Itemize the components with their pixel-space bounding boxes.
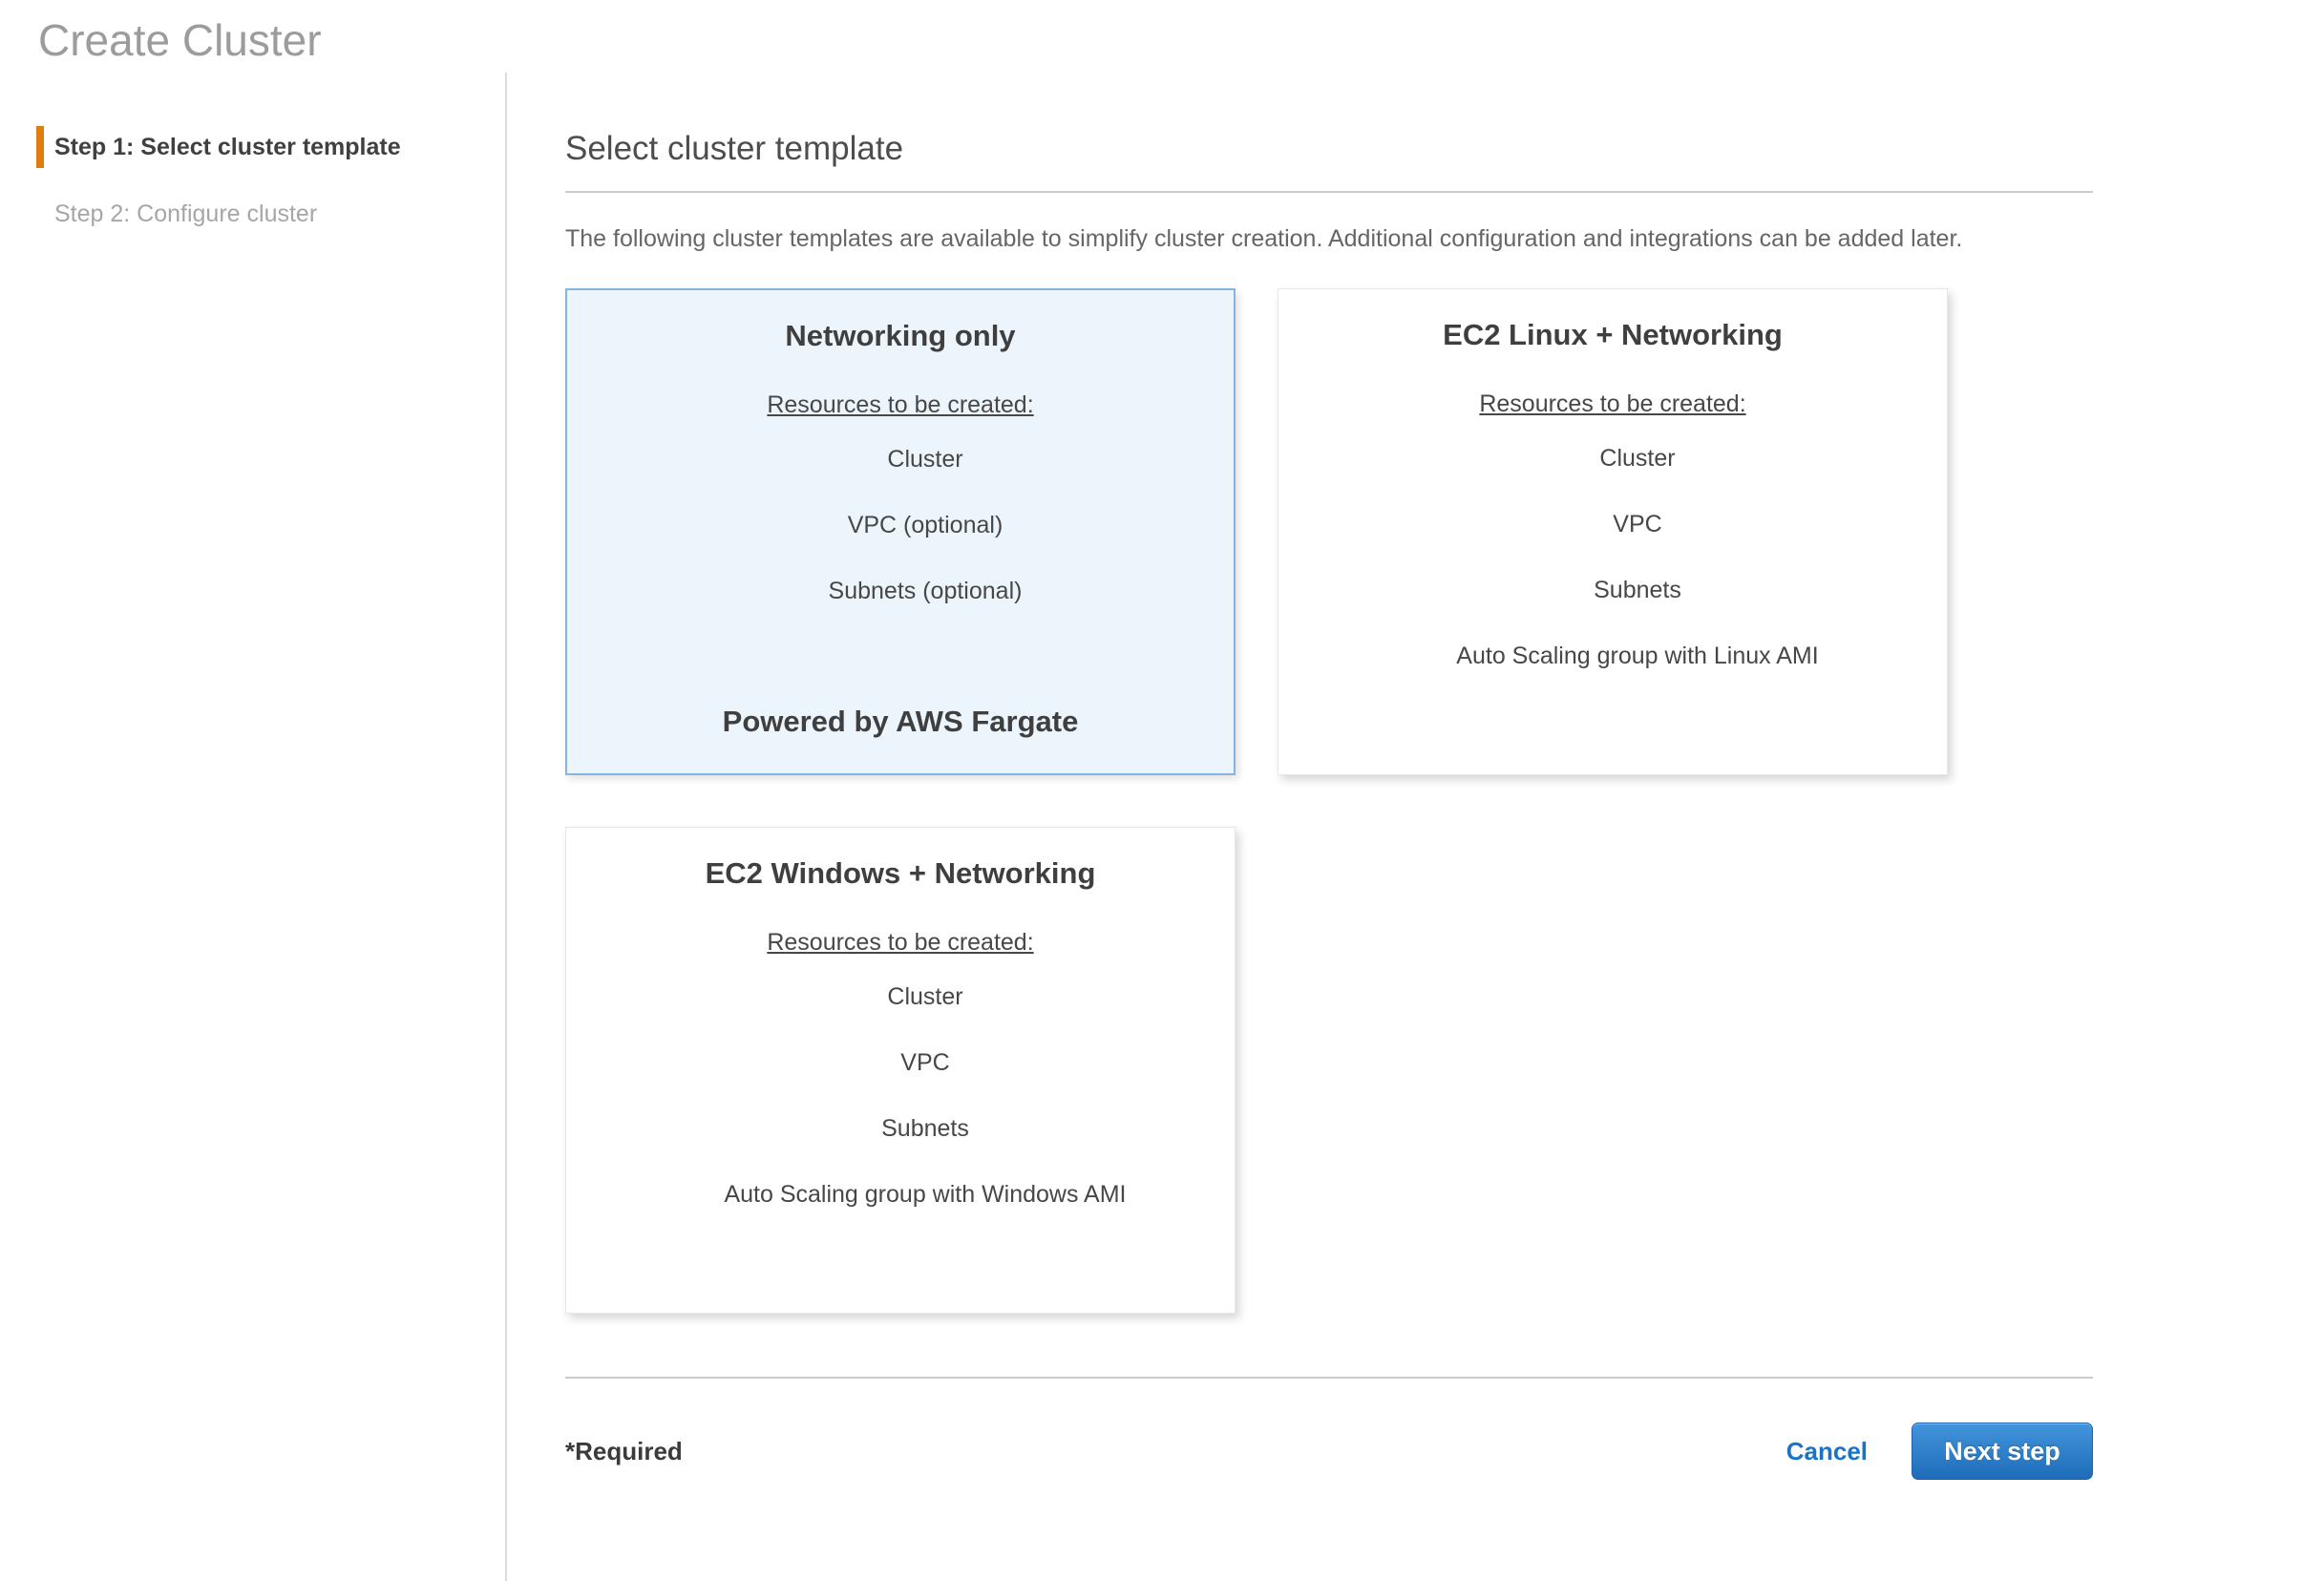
cluster-template-grid: Networking only Resources to be created:… [565, 288, 1948, 1314]
card-title: EC2 Linux + Networking [1278, 318, 1947, 352]
cancel-button[interactable]: Cancel [1786, 1437, 1868, 1466]
footer-bar: *Required Cancel Next step [565, 1423, 2093, 1480]
template-card-networking-only[interactable]: Networking only Resources to be created:… [565, 288, 1236, 775]
resource-item: VPC (optional) [617, 512, 1234, 539]
section-description: The following cluster templates are avai… [565, 218, 2040, 260]
resource-item: VPC [1328, 511, 1947, 538]
resource-item: Auto Scaling group with Linux AMI [1328, 643, 1947, 670]
template-card-ec2-linux-networking[interactable]: EC2 Linux + Networking Resources to be c… [1278, 288, 1948, 775]
resource-item: Auto Scaling group with Windows AMI [616, 1181, 1235, 1209]
required-note: *Required [565, 1437, 683, 1466]
card-resources-label: Resources to be created: [1278, 390, 1947, 418]
card-resource-list: Cluster VPC Subnets Auto Scaling group w… [1278, 445, 1947, 670]
next-step-button[interactable]: Next step [1912, 1423, 2093, 1480]
card-title: EC2 Windows + Networking [566, 856, 1235, 891]
wizard-steps-sidebar: Step 1: Select cluster template Step 2: … [0, 73, 507, 1581]
resource-item: Subnets [1328, 577, 1947, 604]
main-content: Select cluster template The following cl… [507, 73, 2324, 1581]
resource-item: Cluster [616, 983, 1235, 1011]
resource-item: Subnets (optional) [617, 578, 1234, 605]
card-title: Networking only [567, 319, 1234, 353]
card-footer-powered-by-fargate: Powered by AWS Fargate [567, 705, 1234, 739]
footer-actions: Cancel Next step [1786, 1423, 2093, 1480]
wizard-layout: Step 1: Select cluster template Step 2: … [0, 73, 2324, 1581]
page-title: Create Cluster [38, 10, 2324, 71]
sidebar-step-2-configure-cluster[interactable]: Step 2: Configure cluster [36, 193, 505, 235]
heading-divider [565, 191, 2093, 193]
resource-item: VPC [616, 1049, 1235, 1077]
section-heading: Select cluster template [565, 128, 2093, 170]
resource-item: Cluster [617, 446, 1234, 474]
card-resources-label: Resources to be created: [567, 391, 1234, 419]
sidebar-step-1-select-cluster-template[interactable]: Step 1: Select cluster template [36, 126, 505, 168]
template-card-ec2-windows-networking[interactable]: EC2 Windows + Networking Resources to be… [565, 827, 1236, 1314]
resource-item: Cluster [1328, 445, 1947, 473]
footer-divider [565, 1377, 2093, 1379]
resource-item: Subnets [616, 1115, 1235, 1143]
card-resource-list: Cluster VPC (optional) Subnets (optional… [567, 446, 1234, 605]
card-resources-label: Resources to be created: [566, 929, 1235, 957]
card-resource-list: Cluster VPC Subnets Auto Scaling group w… [566, 983, 1235, 1209]
